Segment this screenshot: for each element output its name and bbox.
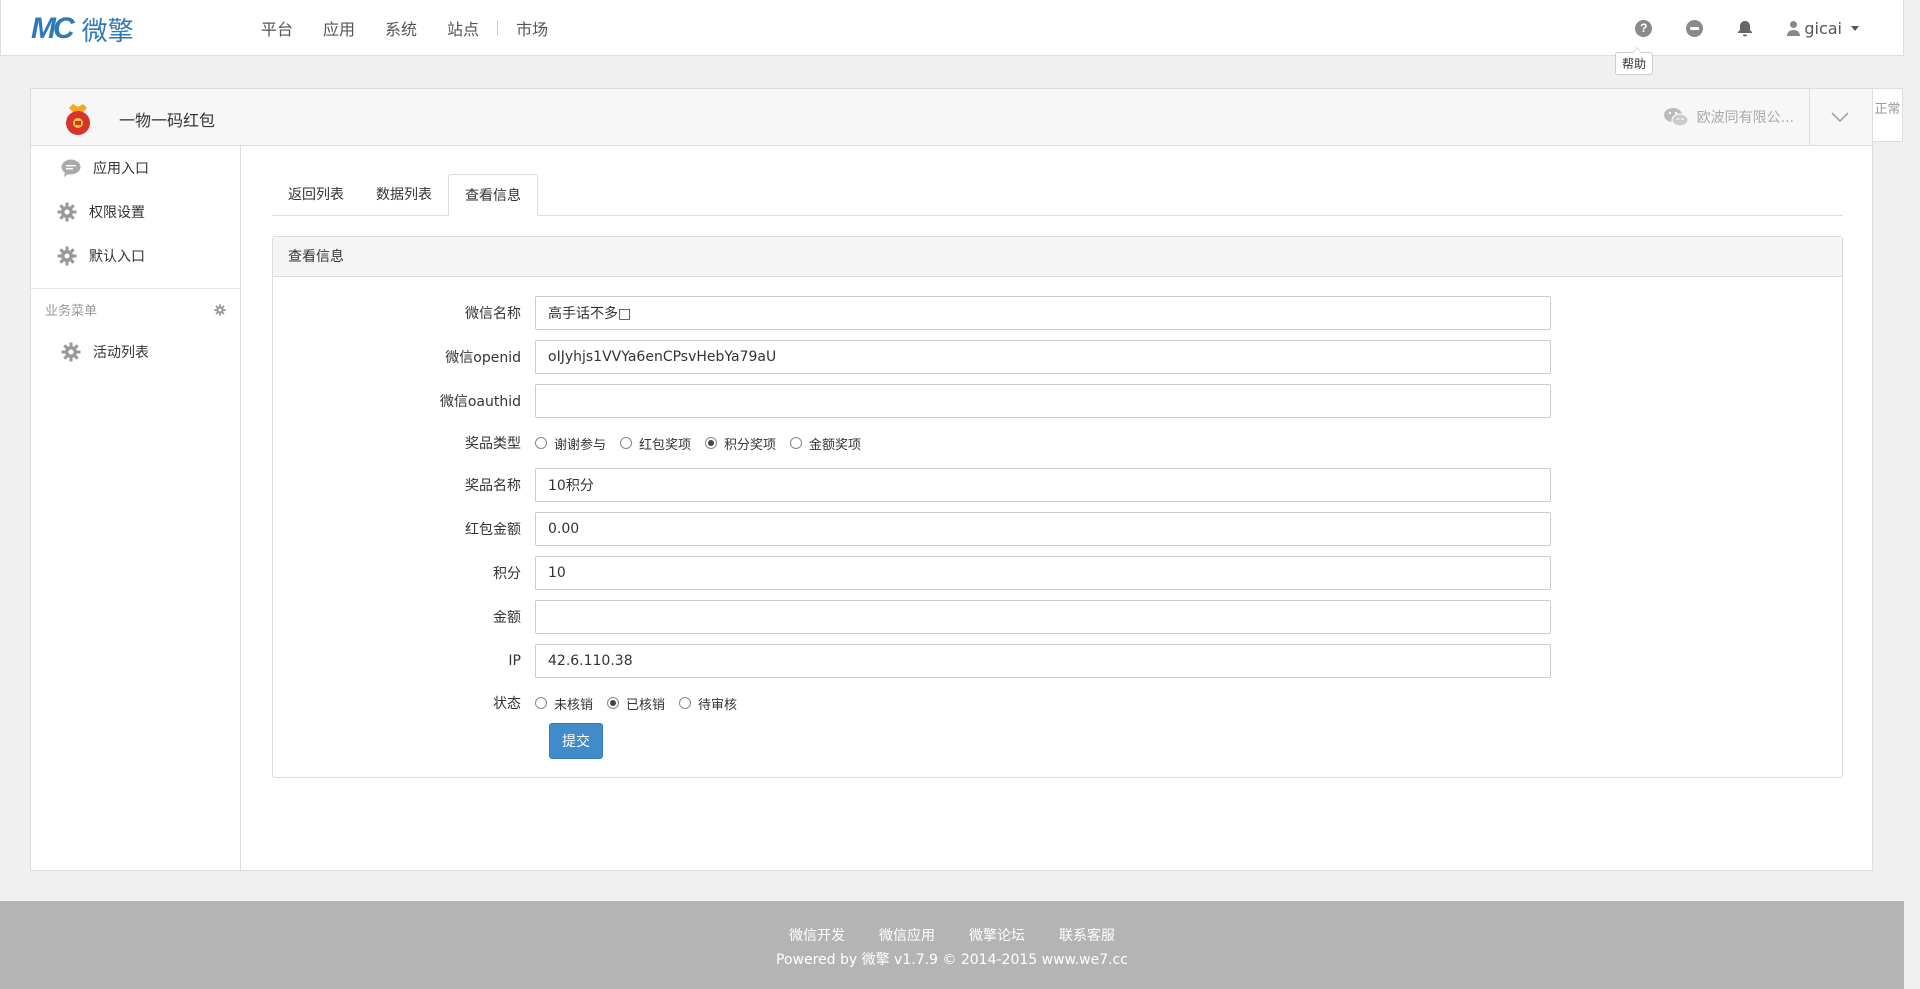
section-title: 业务菜单 — [45, 304, 98, 319]
openid-input[interactable] — [535, 340, 1551, 374]
main-panel: 一物一码红包 欧波同有限公... 应用入口 权限设置 默认入口 业务菜单 活动列… — [30, 88, 1873, 871]
wechat-icon — [1663, 108, 1689, 127]
field-label: 积分 — [493, 566, 521, 582]
gear-icon[interactable] — [214, 303, 226, 316]
info-panel-title: 查看信息 — [273, 237, 1842, 277]
footer-link-forum[interactable]: 微擎论坛 — [969, 925, 1025, 945]
account-name: 欧波同有限公... — [1696, 110, 1794, 126]
info-panel: 查看信息 微信名称 微信openid 微信oauthid 奖品类型 — [272, 236, 1843, 778]
red-envelope-app-icon — [66, 104, 90, 135]
footer-link-wechat-apps[interactable]: 微信应用 — [879, 925, 935, 945]
points-input[interactable] — [535, 556, 1551, 590]
user-name: gicai — [1804, 18, 1842, 38]
status-radio-group: 未核销 已核销 待审核 — [535, 694, 751, 713]
radio-points[interactable]: 积分奖项 — [705, 434, 776, 453]
nav-item-site[interactable]: 站点 — [447, 16, 479, 40]
nav-right-tools: ? gicai — [1635, 0, 1859, 56]
footer-link-support[interactable]: 联系客服 — [1059, 925, 1115, 945]
gear-icon — [61, 342, 81, 362]
user-icon — [1787, 20, 1801, 36]
gear-icon — [57, 246, 77, 266]
sidebar-item-label: 默认入口 — [89, 249, 145, 265]
logo-text: 微擎 — [81, 16, 134, 47]
user-menu[interactable]: gicai — [1787, 19, 1859, 38]
nav-divider — [497, 20, 499, 36]
footer-copyright: Powered by 微擎 v1.7.9 © 2014-2015 www.we7… — [776, 952, 1128, 968]
sidebar-item-label: 权限设置 — [89, 205, 145, 221]
field-label: 奖品类型 — [465, 436, 521, 452]
sidebar-item-activity-list[interactable]: 活动列表 — [31, 330, 240, 374]
radio-redpack[interactable]: 红包奖项 — [620, 434, 691, 453]
status-side-tab[interactable]: 正常 — [1873, 88, 1903, 142]
account-switcher[interactable]: 欧波同有限公... — [1663, 107, 1794, 127]
radio-thanks[interactable]: 谢谢参与 — [535, 434, 606, 453]
field-label: 奖品名称 — [465, 478, 521, 494]
chat-bubble-icon — [61, 158, 81, 178]
submit-button[interactable]: 提交 — [549, 723, 603, 759]
nav-item-platform[interactable]: 平台 — [261, 16, 293, 40]
tab-data-list[interactable]: 数据列表 — [360, 174, 448, 216]
sidebar-item-label: 应用入口 — [93, 161, 149, 177]
header-divider — [1809, 89, 1810, 145]
nav-item-apps[interactable]: 应用 — [323, 16, 355, 40]
radio-pending[interactable]: 待审核 — [679, 694, 737, 713]
field-label: IP — [508, 653, 521, 669]
footer-links: 微信开发 微信应用 微擎论坛 联系客服 — [0, 901, 1904, 945]
sidebar: 应用入口 权限设置 默认入口 业务菜单 活动列表 — [31, 146, 241, 870]
amount-input[interactable] — [535, 600, 1551, 634]
radio-amount[interactable]: 金额奖项 — [790, 434, 861, 453]
field-label: 状态 — [493, 696, 521, 712]
question-icon[interactable]: ? — [1635, 19, 1653, 37]
brand-logo[interactable]: MC 微擎 — [31, 12, 134, 47]
prize-name-input[interactable] — [535, 468, 1551, 502]
tab-bar: 返回列表 数据列表 查看信息 — [272, 174, 1843, 216]
sidebar-item-app-entry[interactable]: 应用入口 — [31, 146, 240, 190]
radio-verified[interactable]: 已核销 — [607, 694, 665, 713]
gear-icon — [57, 202, 77, 222]
help-tooltip: 帮助 — [1615, 47, 1654, 75]
app-header: 一物一码红包 欧波同有限公... — [31, 89, 1872, 146]
field-label: 红包金额 — [465, 522, 521, 538]
nav-item-market[interactable]: 市场 — [516, 16, 548, 40]
app-title: 一物一码红包 — [119, 111, 216, 130]
bell-icon[interactable] — [1737, 20, 1753, 37]
sidebar-section-business-menu: 业务菜单 — [31, 288, 240, 330]
content-area: 返回列表 数据列表 查看信息 查看信息 微信名称 微信openid 微信oaut… — [272, 174, 1843, 778]
wechat-name-input[interactable] — [535, 296, 1551, 330]
field-label: 微信oauthid — [439, 394, 521, 410]
radio-unverified[interactable]: 未核销 — [535, 694, 593, 713]
footer-link-wechat-dev[interactable]: 微信开发 — [789, 925, 845, 945]
redpack-amount-input[interactable] — [535, 512, 1551, 546]
field-label: 微信名称 — [465, 306, 521, 322]
chevron-down-icon[interactable] — [1828, 105, 1852, 129]
nav-item-system[interactable]: 系统 — [385, 16, 417, 40]
oauthid-input[interactable] — [535, 384, 1551, 418]
tab-view-info[interactable]: 查看信息 — [448, 174, 538, 216]
logo-mark: MC — [31, 12, 75, 45]
sidebar-item-permissions[interactable]: 权限设置 — [31, 190, 240, 234]
chevron-down-icon — [1851, 25, 1859, 31]
prize-type-radio-group: 谢谢参与 红包奖项 积分奖项 金额奖项 — [535, 434, 875, 453]
ip-input[interactable] — [535, 644, 1551, 678]
sidebar-item-default-entry[interactable]: 默认入口 — [31, 234, 240, 278]
chat-icon[interactable] — [1686, 19, 1704, 37]
field-label: 微信openid — [445, 350, 521, 366]
sidebar-item-label: 活动列表 — [93, 345, 149, 361]
info-form: 微信名称 微信openid 微信oauthid 奖品类型 谢谢参与 红包奖项 — [273, 277, 1842, 759]
footer: 微信开发 微信应用 微擎论坛 联系客服 Powered by 微擎 v1.7.9… — [0, 901, 1904, 989]
field-label: 金额 — [493, 610, 521, 626]
main-nav: 平台 应用 系统 站点 市场 — [261, 0, 578, 56]
tab-back-to-list[interactable]: 返回列表 — [272, 174, 360, 216]
top-navbar: MC 微擎 平台 应用 系统 站点 市场 ? gicai — [0, 0, 1904, 56]
